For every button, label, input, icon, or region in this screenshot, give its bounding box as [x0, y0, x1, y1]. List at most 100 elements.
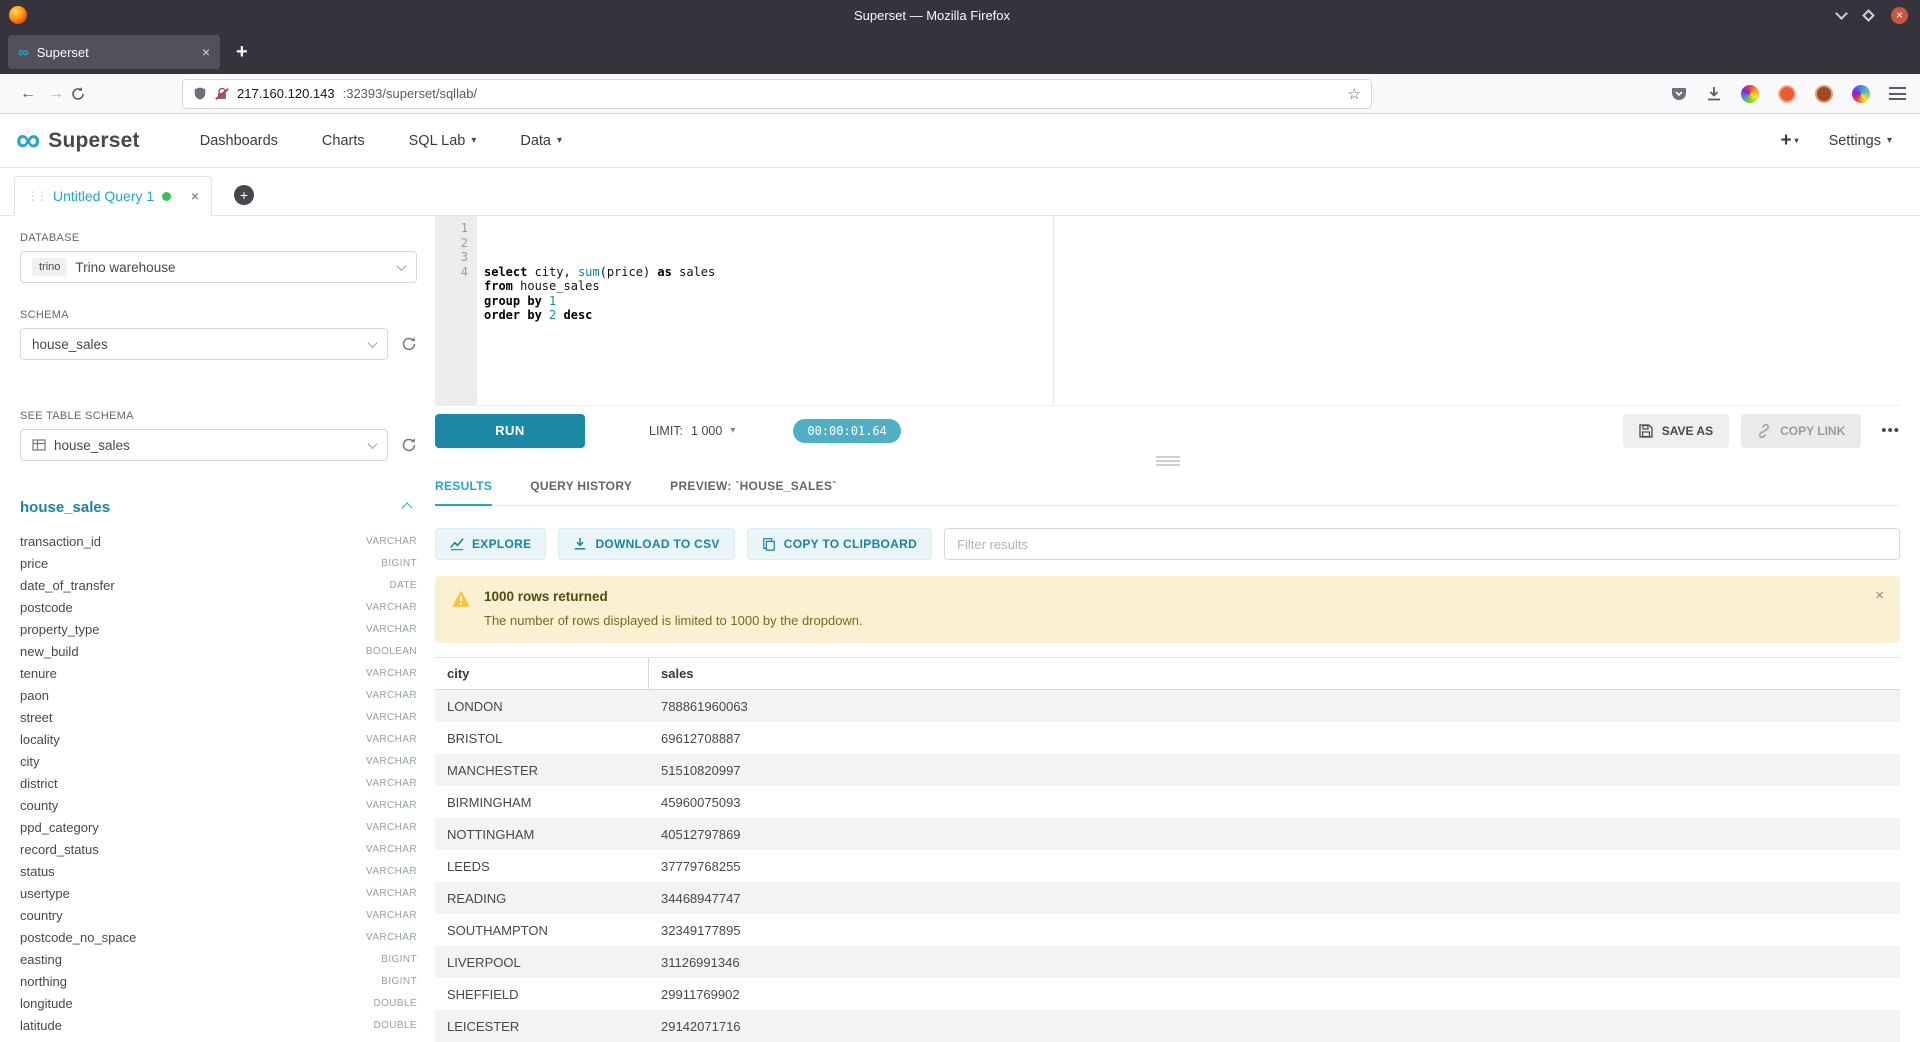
alert-close-icon[interactable]: ×	[1875, 587, 1884, 604]
refresh-schema-icon[interactable]	[401, 336, 417, 352]
nav-item-charts[interactable]: Charts	[322, 133, 365, 149]
limit-dropdown[interactable]: LIMIT: 1 000 ▾	[649, 424, 735, 438]
warning-icon	[451, 589, 471, 628]
settings-menu[interactable]: Settings▾	[1829, 133, 1892, 149]
cell-sales: 34468947747	[649, 891, 741, 906]
table-column-row: status VARCHAR	[20, 860, 417, 882]
column-type: VARCHAR	[366, 668, 417, 679]
table-column-row: ppd_category VARCHAR	[20, 816, 417, 838]
column-name: country	[20, 908, 63, 923]
table-column-row: district VARCHAR	[20, 772, 417, 794]
browser-toolbar: ← → 217.160.120.143 :32393/superset/sqll…	[0, 74, 1920, 114]
cell-sales: 37779768255	[649, 859, 741, 874]
query-tab-title: Untitled Query 1	[53, 188, 154, 204]
column-header-city[interactable]: city	[435, 658, 649, 689]
reload-icon[interactable]	[70, 86, 98, 102]
tab-preview-house-sales[interactable]: PREVIEW: `HOUSE_SALES`	[670, 470, 836, 505]
maximize-icon[interactable]	[1862, 9, 1875, 22]
column-type: VARCHAR	[366, 932, 417, 943]
sqllab-content: 1234 select city, sum(price) as salesfro…	[435, 216, 1920, 1042]
column-name: district	[20, 776, 58, 791]
new-content-button[interactable]: +▾	[1780, 130, 1798, 152]
download-csv-button[interactable]: DOWNLOAD TO CSV	[558, 528, 734, 560]
downloads-icon[interactable]	[1706, 86, 1722, 102]
query-tabs-bar: ⋮⋮ Untitled Query 1 × +	[0, 168, 1920, 216]
table-column-row: northing BIGINT	[20, 970, 417, 992]
chevron-down-icon	[397, 261, 407, 271]
table-column-row: locality VARCHAR	[20, 728, 417, 750]
database-select[interactable]: trino Trino warehouse	[20, 251, 417, 283]
query-tab-active[interactable]: ⋮⋮ Untitled Query 1 ×	[14, 176, 212, 216]
tab-results[interactable]: RESULTS	[435, 470, 492, 506]
chevron-down-icon: ▾	[1795, 136, 1799, 145]
cell-sales: 32349177895	[649, 923, 741, 938]
tab-close-icon[interactable]: ×	[202, 44, 210, 60]
query-tab-close-icon[interactable]: ×	[191, 188, 199, 204]
pane-resize-handle[interactable]	[1156, 456, 1180, 468]
drag-handle-icon[interactable]: ⋮⋮	[27, 189, 45, 203]
brand-name[interactable]: Superset	[48, 129, 139, 153]
save-as-button[interactable]: SAVE AS	[1623, 414, 1729, 448]
close-window-icon[interactable]: ×	[1891, 7, 1908, 24]
table-column-row: date_of_transfer DATE	[20, 574, 417, 596]
browser-tab[interactable]: ∞ Superset ×	[8, 35, 220, 69]
extension-containers-icon[interactable]	[1741, 85, 1759, 103]
shield-icon[interactable]	[193, 86, 207, 101]
table-column-row: street VARCHAR	[20, 706, 417, 728]
column-type: VARCHAR	[366, 602, 417, 613]
copy-link-button[interactable]: COPY LINK	[1741, 414, 1861, 448]
bookmark-star-icon[interactable]: ☆	[1348, 85, 1361, 103]
tab-query-history[interactable]: QUERY HISTORY	[530, 470, 632, 505]
forward-icon[interactable]: →	[42, 85, 70, 103]
filter-results-input[interactable]	[944, 528, 1900, 560]
more-actions-icon[interactable]: •••	[1881, 422, 1900, 439]
menu-icon[interactable]	[1889, 87, 1906, 100]
database-engine-badge: trino	[32, 258, 67, 276]
column-name: county	[20, 798, 58, 813]
column-header-sales[interactable]: sales	[649, 658, 694, 689]
back-icon[interactable]: ←	[14, 85, 42, 103]
duckduckgo-extension-icon[interactable]	[1778, 85, 1796, 103]
nav-item-sql-lab[interactable]: SQL Lab▾	[409, 133, 477, 149]
pinwheel-extension-icon[interactable]	[1852, 85, 1870, 103]
table-column-row: county VARCHAR	[20, 794, 417, 816]
refresh-tables-icon[interactable]	[401, 437, 417, 453]
insecure-lock-icon[interactable]	[215, 87, 229, 101]
sqllab-sidebar: DATABASE trino Trino warehouse SCHEMA ho…	[0, 216, 435, 1042]
run-button[interactable]: RUN	[435, 414, 585, 448]
table-name: house_sales	[20, 499, 110, 516]
nav-item-data[interactable]: Data▾	[520, 133, 562, 149]
column-type: DATE	[389, 580, 417, 591]
chevron-up-icon[interactable]	[401, 502, 412, 513]
sql-editor[interactable]: 1234 select city, sum(price) as salesfro…	[435, 216, 1900, 406]
new-tab-button[interactable]: +	[236, 41, 248, 64]
editor-code[interactable]: select city, sum(price) as salesfrom hou…	[477, 216, 1900, 405]
table-row: NOTTINGHAM 40512797869	[435, 818, 1900, 850]
monkey-extension-icon[interactable]	[1815, 85, 1833, 103]
table-column-row: postcode VARCHAR	[20, 596, 417, 618]
copy-to-clipboard-button[interactable]: COPY TO CLIPBOARD	[747, 528, 932, 560]
table-select[interactable]: house_sales	[20, 429, 388, 461]
column-type: DOUBLE	[373, 1020, 417, 1031]
cell-sales: 29911769902	[649, 987, 740, 1002]
column-type: VARCHAR	[366, 800, 417, 811]
url-bar[interactable]: 217.160.120.143 :32393/superset/sqllab/ …	[182, 79, 1372, 109]
column-type: VARCHAR	[366, 910, 417, 921]
explore-button[interactable]: EXPLORE	[435, 528, 546, 560]
cell-sales: 69612708887	[649, 731, 741, 746]
add-query-tab-button[interactable]: +	[234, 185, 254, 205]
chevron-down-icon: ▾	[1887, 135, 1892, 146]
schema-select[interactable]: house_sales	[20, 328, 388, 360]
pocket-icon[interactable]	[1671, 86, 1687, 102]
cell-city: SOUTHAMPTON	[435, 923, 649, 938]
table-section-header[interactable]: house_sales	[20, 499, 417, 516]
limit-label: LIMIT:	[649, 424, 683, 438]
window-controls: ×	[1837, 7, 1908, 24]
nav-item-dashboards[interactable]: Dashboards	[200, 133, 278, 149]
table-select-value: house_sales	[54, 438, 130, 453]
superset-logo-icon[interactable]: ∞	[16, 125, 40, 156]
database-label: DATABASE	[20, 232, 417, 244]
cell-city: LEEDS	[435, 859, 649, 874]
url-host: 217.160.120.143	[237, 86, 335, 101]
minimize-icon[interactable]	[1835, 7, 1848, 20]
